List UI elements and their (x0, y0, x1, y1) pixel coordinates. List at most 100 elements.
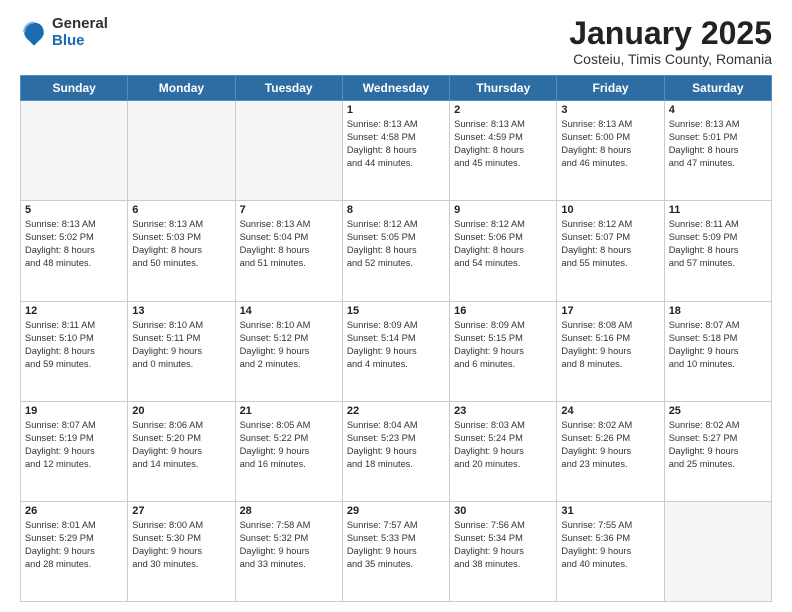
day-info: Sunrise: 8:04 AM Sunset: 5:23 PM Dayligh… (347, 419, 445, 471)
day-info: Sunrise: 8:11 AM Sunset: 5:09 PM Dayligh… (669, 218, 767, 270)
day-number: 29 (347, 505, 445, 517)
title-block: January 2025 Costeiu, Timis County, Roma… (569, 16, 772, 67)
calendar-week-row: 26 Sunrise: 8:01 AM Sunset: 5:29 PM Dayli… (21, 501, 772, 601)
day-number: 25 (669, 405, 767, 417)
day-number: 28 (240, 505, 338, 517)
col-saturday: Saturday (664, 76, 771, 101)
calendar-week-row: 5Sunrise: 8:13 AM Sunset: 5:02 PM Daylig… (21, 201, 772, 301)
month-title: January 2025 (569, 16, 772, 51)
day-info: Sunrise: 8:00 AM Sunset: 5:30 PM Dayligh… (132, 519, 230, 571)
table-row: 24 Sunrise: 8:02 AM Sunset: 5:26 PM Dayli… (557, 401, 664, 501)
day-number: 19 (25, 405, 123, 417)
col-wednesday: Wednesday (342, 76, 449, 101)
table-row: 10 Sunrise: 8:12 AM Sunset: 5:07 PM Dayli… (557, 201, 664, 301)
table-row: 20 Sunrise: 8:06 AM Sunset: 5:20 PM Dayli… (128, 401, 235, 501)
day-number: 30 (454, 505, 552, 517)
day-info: Sunrise: 8:13 AM Sunset: 5:03 PM Dayligh… (132, 218, 230, 270)
day-number: 17 (561, 305, 659, 317)
day-number: 24 (561, 405, 659, 417)
table-row: 8Sunrise: 8:12 AM Sunset: 5:05 PM Daylig… (342, 201, 449, 301)
col-thursday: Thursday (450, 76, 557, 101)
day-number: 14 (240, 305, 338, 317)
table-row: 3Sunrise: 8:13 AM Sunset: 5:00 PM Daylig… (557, 101, 664, 201)
day-info: Sunrise: 8:08 AM Sunset: 5:16 PM Dayligh… (561, 319, 659, 371)
table-row: 11 Sunrise: 8:11 AM Sunset: 5:09 PM Dayli… (664, 201, 771, 301)
logo-general: General (52, 16, 108, 33)
day-info: Sunrise: 8:13 AM Sunset: 5:00 PM Dayligh… (561, 118, 659, 170)
table-row: 31Sunrise: 7:55 AM Sunset: 5:36 PM Dayli… (557, 501, 664, 601)
table-row: 12 Sunrise: 8:11 AM Sunset: 5:10 PM Dayli… (21, 301, 128, 401)
day-info: Sunrise: 8:09 AM Sunset: 5:14 PM Dayligh… (347, 319, 445, 371)
day-number: 8 (347, 204, 445, 216)
day-number: 21 (240, 405, 338, 417)
day-number: 16 (454, 305, 552, 317)
day-number: 26 (25, 505, 123, 517)
day-info: Sunrise: 7:57 AM Sunset: 5:33 PM Dayligh… (347, 519, 445, 571)
day-number: 6 (132, 204, 230, 216)
day-number: 11 (669, 204, 767, 216)
col-tuesday: Tuesday (235, 76, 342, 101)
table-row: 14 Sunrise: 8:10 AM Sunset: 5:12 PM Dayli… (235, 301, 342, 401)
day-number: 12 (25, 305, 123, 317)
table-row: 5Sunrise: 8:13 AM Sunset: 5:02 PM Daylig… (21, 201, 128, 301)
col-friday: Friday (557, 76, 664, 101)
table-row: 17 Sunrise: 8:08 AM Sunset: 5:16 PM Dayli… (557, 301, 664, 401)
day-info: Sunrise: 8:06 AM Sunset: 5:20 PM Dayligh… (132, 419, 230, 471)
day-number: 18 (669, 305, 767, 317)
table-row: 13Sunrise: 8:10 AM Sunset: 5:11 PM Dayli… (128, 301, 235, 401)
day-info: Sunrise: 8:07 AM Sunset: 5:19 PM Dayligh… (25, 419, 123, 471)
day-info: Sunrise: 8:07 AM Sunset: 5:18 PM Dayligh… (669, 319, 767, 371)
day-info: Sunrise: 7:55 AM Sunset: 5:36 PM Dayligh… (561, 519, 659, 571)
day-info: Sunrise: 8:12 AM Sunset: 5:07 PM Dayligh… (561, 218, 659, 270)
col-sunday: Sunday (21, 76, 128, 101)
logo: General Blue (20, 16, 108, 49)
table-row: 28 Sunrise: 7:58 AM Sunset: 5:32 PM Dayli… (235, 501, 342, 601)
day-number: 13 (132, 305, 230, 317)
day-info: Sunrise: 8:02 AM Sunset: 5:27 PM Dayligh… (669, 419, 767, 471)
calendar-week-row: 19 Sunrise: 8:07 AM Sunset: 5:19 PM Dayli… (21, 401, 772, 501)
table-row: 15Sunrise: 8:09 AM Sunset: 5:14 PM Dayli… (342, 301, 449, 401)
table-row: 16 Sunrise: 8:09 AM Sunset: 5:15 PM Dayli… (450, 301, 557, 401)
day-info: Sunrise: 8:12 AM Sunset: 5:06 PM Dayligh… (454, 218, 552, 270)
table-row: 2Sunrise: 8:13 AM Sunset: 4:59 PM Daylig… (450, 101, 557, 201)
day-info: Sunrise: 8:03 AM Sunset: 5:24 PM Dayligh… (454, 419, 552, 471)
day-info: Sunrise: 8:11 AM Sunset: 5:10 PM Dayligh… (25, 319, 123, 371)
header: General Blue January 2025 Costeiu, Timis… (20, 16, 772, 67)
table-row (128, 101, 235, 201)
day-number: 4 (669, 104, 767, 116)
day-number: 20 (132, 405, 230, 417)
logo-blue: Blue (52, 33, 108, 50)
day-info: Sunrise: 7:58 AM Sunset: 5:32 PM Dayligh… (240, 519, 338, 571)
day-info: Sunrise: 8:05 AM Sunset: 5:22 PM Dayligh… (240, 419, 338, 471)
table-row: 9Sunrise: 8:12 AM Sunset: 5:06 PM Daylig… (450, 201, 557, 301)
table-row (21, 101, 128, 201)
day-number: 10 (561, 204, 659, 216)
table-row: 1Sunrise: 8:13 AM Sunset: 4:58 PM Daylig… (342, 101, 449, 201)
location-subtitle: Costeiu, Timis County, Romania (569, 51, 772, 67)
weekday-header-row: Sunday Monday Tuesday Wednesday Thursday… (21, 76, 772, 101)
table-row (664, 501, 771, 601)
table-row: 27Sunrise: 8:00 AM Sunset: 5:30 PM Dayli… (128, 501, 235, 601)
table-row: 23 Sunrise: 8:03 AM Sunset: 5:24 PM Dayli… (450, 401, 557, 501)
day-info: Sunrise: 8:02 AM Sunset: 5:26 PM Dayligh… (561, 419, 659, 471)
table-row: 21 Sunrise: 8:05 AM Sunset: 5:22 PM Dayli… (235, 401, 342, 501)
table-row: 26 Sunrise: 8:01 AM Sunset: 5:29 PM Dayli… (21, 501, 128, 601)
calendar-week-row: 1Sunrise: 8:13 AM Sunset: 4:58 PM Daylig… (21, 101, 772, 201)
table-row (235, 101, 342, 201)
calendar-table: Sunday Monday Tuesday Wednesday Thursday… (20, 75, 772, 602)
day-number: 5 (25, 204, 123, 216)
table-row: 25 Sunrise: 8:02 AM Sunset: 5:27 PM Dayli… (664, 401, 771, 501)
table-row: 30 Sunrise: 7:56 AM Sunset: 5:34 PM Dayli… (450, 501, 557, 601)
logo-icon (20, 19, 48, 47)
table-row: 29 Sunrise: 7:57 AM Sunset: 5:33 PM Dayli… (342, 501, 449, 601)
day-info: Sunrise: 8:01 AM Sunset: 5:29 PM Dayligh… (25, 519, 123, 571)
day-info: Sunrise: 8:10 AM Sunset: 5:12 PM Dayligh… (240, 319, 338, 371)
logo-text: General Blue (52, 16, 108, 49)
table-row: 22Sunrise: 8:04 AM Sunset: 5:23 PM Dayli… (342, 401, 449, 501)
day-info: Sunrise: 8:09 AM Sunset: 5:15 PM Dayligh… (454, 319, 552, 371)
day-info: Sunrise: 8:13 AM Sunset: 4:59 PM Dayligh… (454, 118, 552, 170)
table-row: 7Sunrise: 8:13 AM Sunset: 5:04 PM Daylig… (235, 201, 342, 301)
day-info: Sunrise: 7:56 AM Sunset: 5:34 PM Dayligh… (454, 519, 552, 571)
page: General Blue January 2025 Costeiu, Timis… (0, 0, 792, 612)
day-number: 23 (454, 405, 552, 417)
